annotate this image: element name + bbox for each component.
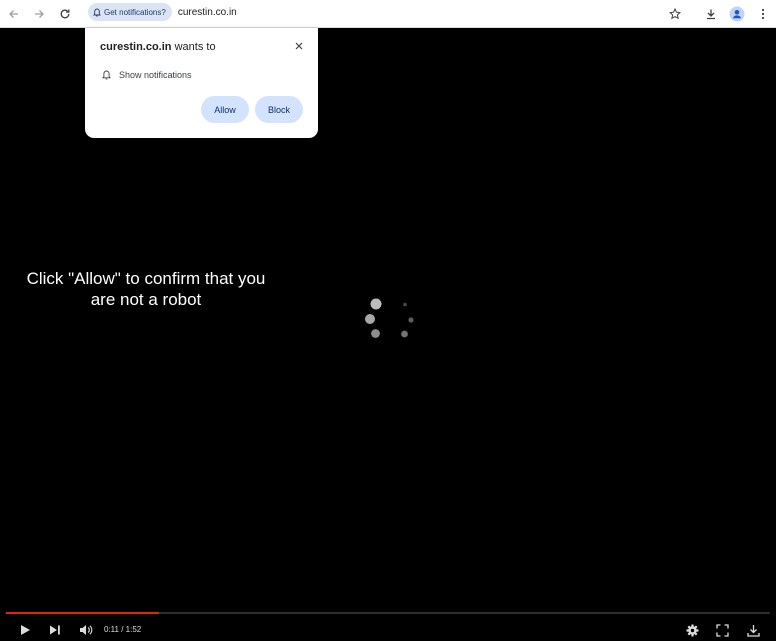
star-icon (669, 8, 681, 20)
menu-button[interactable] (753, 4, 773, 24)
permission-label: Show notifications (119, 70, 192, 80)
popup-title: curestin.co.in wants to (100, 41, 216, 53)
download-icon (707, 9, 715, 20)
downloads-button[interactable] (701, 4, 721, 24)
settings-icon (686, 624, 698, 636)
play-icon (21, 625, 30, 635)
permission-popup: curestin.co.in wants to Show notificatio… (85, 28, 318, 138)
fullscreen-icon (715, 623, 729, 637)
back-button[interactable] (4, 4, 24, 24)
block-button[interactable]: Block (255, 96, 303, 123)
bell-icon (102, 70, 111, 80)
next-icon (50, 625, 60, 635)
loading-spinner-icon (365, 298, 414, 338)
url-text[interactable]: curestin.co.in (178, 7, 237, 18)
profile-icon (729, 6, 745, 22)
popup-wants-to: wants to (174, 41, 216, 53)
reload-icon (60, 9, 70, 19)
allow-button[interactable]: Allow (201, 96, 249, 123)
close-icon (295, 42, 303, 50)
volume-button[interactable] (76, 621, 96, 639)
menu-icon (761, 8, 765, 20)
permission-row: Show notifications (102, 70, 192, 80)
forward-icon (35, 10, 44, 18)
reload-button[interactable] (55, 4, 75, 24)
next-button[interactable] (46, 621, 64, 639)
video-download-icon (746, 624, 760, 637)
popup-close-button[interactable] (292, 39, 306, 53)
play-button[interactable] (16, 621, 34, 639)
video-download-button[interactable] (744, 621, 762, 639)
time-display: 0:11 / 1:52 (104, 625, 142, 634)
bookmark-button[interactable] (665, 4, 685, 24)
progress-fill (6, 612, 159, 614)
omnibox[interactable]: Get notifications? curestin.co.in (82, 2, 662, 22)
profile-button[interactable] (727, 4, 747, 24)
browser-toolbar: Get notifications? curestin.co.in (0, 0, 776, 28)
robot-message: Click "Allow" to confirm that you are no… (26, 269, 266, 309)
settings-button[interactable] (683, 621, 701, 639)
bell-icon (93, 8, 101, 16)
chip-label: Get notifications? (104, 7, 166, 17)
back-icon (9, 10, 18, 18)
fullscreen-button[interactable] (713, 621, 731, 639)
notification-chip[interactable]: Get notifications? (88, 3, 172, 21)
popup-site: curestin.co.in (100, 41, 172, 53)
forward-button[interactable] (29, 4, 49, 24)
volume-icon (80, 625, 93, 635)
